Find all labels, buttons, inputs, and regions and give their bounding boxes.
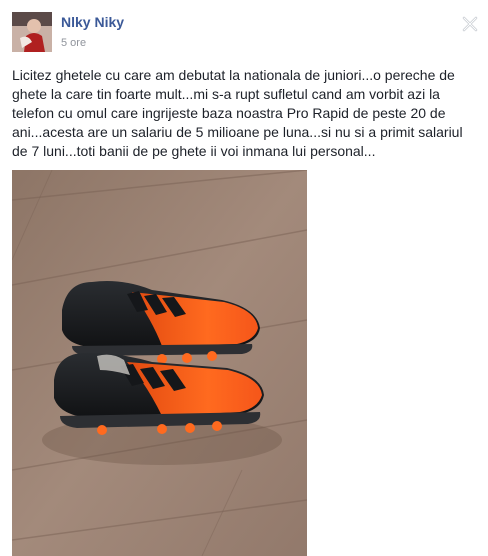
author-name[interactable]: Nlky Niky	[61, 14, 124, 30]
post-text: Licitez ghetele cu care am debutat la na…	[12, 67, 463, 159]
close-icon[interactable]	[460, 14, 480, 34]
facebook-post: Nlky Niky 5 ore Licitez ghetele cu care …	[0, 0, 488, 556]
post-photo[interactable]	[12, 170, 307, 556]
avatar[interactable]	[12, 12, 52, 52]
boots-photo	[12, 170, 307, 556]
avatar-image	[12, 12, 52, 52]
post-timestamp[interactable]: 5 ore	[61, 37, 86, 49]
